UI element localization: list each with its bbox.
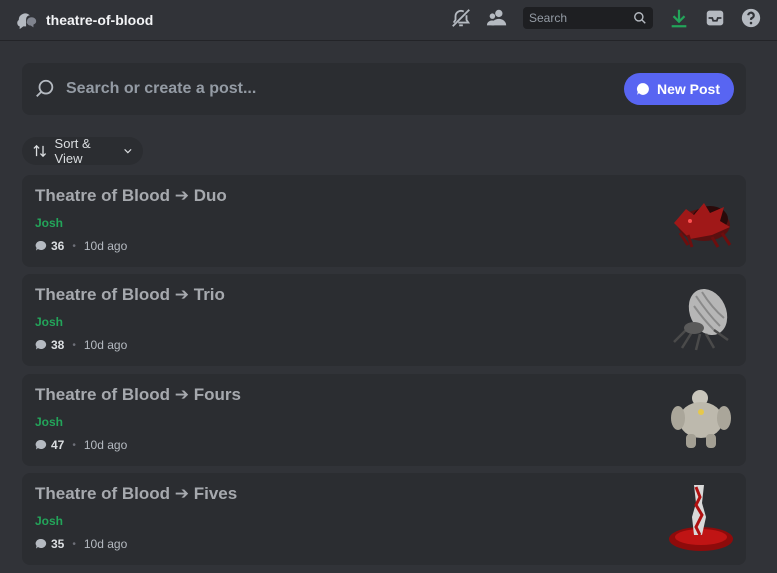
header-toolbar: Search bbox=[443, 6, 769, 30]
sort-icon bbox=[33, 144, 47, 158]
post-age: 10d ago bbox=[83, 338, 128, 352]
channel-name: theatre-of-blood bbox=[46, 12, 154, 28]
post-age: 10d ago bbox=[83, 239, 128, 253]
post-thumbnail bbox=[669, 485, 733, 551]
post-author[interactable]: Josh bbox=[35, 315, 63, 329]
separator-dot: • bbox=[72, 240, 76, 252]
search-or-create-post[interactable]: Search or create a post... New Post bbox=[22, 63, 746, 115]
separator-dot: • bbox=[72, 339, 76, 351]
post-author[interactable]: Josh bbox=[35, 514, 63, 528]
inbox-icon[interactable] bbox=[703, 6, 727, 30]
chat-bubble-icon bbox=[636, 83, 649, 95]
help-icon[interactable] bbox=[739, 6, 763, 30]
post-age: 10d ago bbox=[83, 537, 128, 551]
post-age: 10d ago bbox=[83, 438, 128, 452]
chevron-down-icon bbox=[124, 148, 132, 154]
post-title: Theatre of Blood ➔ Trio bbox=[35, 285, 225, 304]
channel-header: theatre-of-blood Search bbox=[0, 0, 777, 41]
post-thumbnail bbox=[674, 203, 732, 248]
search-icon bbox=[36, 79, 54, 97]
post-author[interactable]: Josh bbox=[35, 216, 63, 230]
post-author[interactable]: Josh bbox=[35, 415, 63, 429]
message-count: 36 bbox=[51, 239, 65, 253]
search-icon bbox=[634, 12, 646, 24]
post-title: Theatre of Blood ➔ Duo bbox=[35, 186, 227, 205]
new-post-label: New Post bbox=[656, 81, 720, 97]
forum-post-card[interactable]: Theatre of Blood ➔ Duo Josh 36 • 10d ago bbox=[22, 175, 746, 267]
member-list-icon[interactable] bbox=[485, 6, 509, 30]
forum-post-card[interactable]: Theatre of Blood ➔ Fives Josh 35 • 10d a… bbox=[22, 473, 746, 565]
header-search-input[interactable]: Search bbox=[523, 7, 653, 29]
message-count-icon bbox=[35, 538, 47, 549]
sort-and-view-button[interactable]: Sort & View bbox=[22, 136, 143, 166]
forum-post-card[interactable]: Theatre of Blood ➔ Fours Josh 47 • 10d a… bbox=[22, 374, 746, 466]
message-count-icon bbox=[35, 240, 47, 251]
message-count: 35 bbox=[51, 537, 65, 551]
post-meta: 36 • 10d ago bbox=[35, 239, 127, 253]
separator-dot: • bbox=[72, 439, 76, 451]
forum-channel-icon bbox=[17, 13, 37, 30]
post-title: Theatre of Blood ➔ Fives bbox=[35, 484, 238, 503]
post-thumbnail bbox=[673, 288, 729, 351]
message-count: 47 bbox=[51, 438, 65, 452]
forum-post-card[interactable]: Theatre of Blood ➔ Trio Josh 38 • 10d ag… bbox=[22, 274, 746, 366]
separator-dot: • bbox=[72, 538, 76, 550]
post-search-placeholder: Search or create a post... bbox=[66, 80, 257, 97]
download-apps-icon[interactable] bbox=[667, 6, 691, 30]
post-title: Theatre of Blood ➔ Fours bbox=[35, 385, 241, 404]
post-thumbnail bbox=[671, 390, 731, 448]
search-placeholder: Search bbox=[529, 11, 568, 25]
message-count: 38 bbox=[51, 338, 65, 352]
message-count-icon bbox=[35, 439, 47, 450]
message-count-icon bbox=[35, 339, 47, 350]
post-meta: 35 • 10d ago bbox=[35, 537, 127, 551]
notification-muted-icon[interactable] bbox=[449, 6, 473, 30]
sort-label: Sort & View bbox=[54, 136, 91, 166]
post-meta: 38 • 10d ago bbox=[35, 338, 127, 352]
new-post-button[interactable]: New Post bbox=[623, 73, 734, 105]
post-meta: 47 • 10d ago bbox=[35, 438, 127, 452]
